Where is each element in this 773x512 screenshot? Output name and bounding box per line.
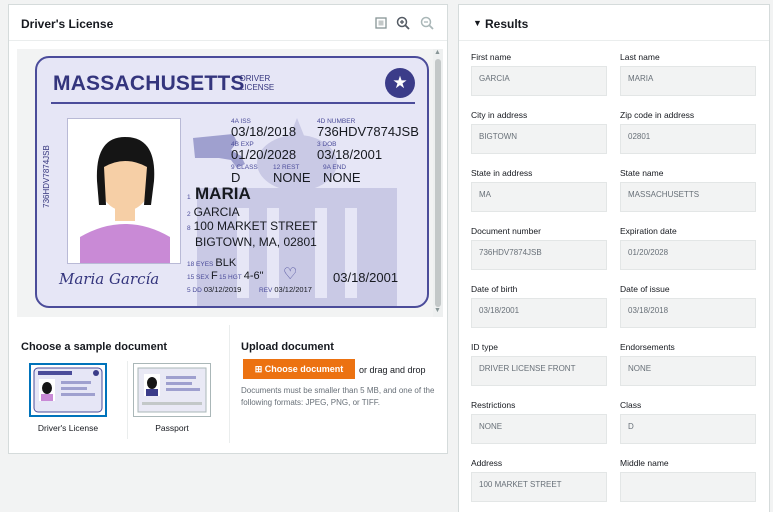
result-first-name[interactable]: GARCIA [471,66,607,96]
upload-help-text: Documents must be smaller than 5 MB, and… [241,386,435,407]
result-label: Middle name [620,458,669,468]
result-label: Restrictions [471,400,516,410]
drag-drop-text: or drag and drop [359,365,426,375]
card-rule [51,102,415,104]
heart-icon: ♡ [283,266,298,283]
result-class[interactable]: D [620,414,756,444]
sample-section-title: Choose a sample document [21,341,168,353]
document-panel-header: Driver's License [9,5,447,41]
document-viewer: MASSACHUSETTS DRIVER LICENSE ★ 736HDV787… [17,49,443,317]
result-last-name[interactable]: MARIA [620,66,756,96]
sample-drivers-license[interactable] [29,363,107,417]
dd-field: 5 DD 03/12/2019 [187,285,242,294]
result-expiration-date[interactable]: 01/20/2028 [620,240,756,270]
iss-field: 4a ISS 03/18/2018 [231,118,297,139]
results-panel: ▼ Results First name GARCIA Last name MA… [458,4,770,512]
zoom-out-icon[interactable] [419,15,435,31]
results-title: Results [485,17,529,31]
scroll-up-icon[interactable]: ▲ [434,49,441,56]
result-label: Class [620,400,642,410]
result-label: City in address [471,110,528,120]
dob-field: 3 DOB 03/18/2001 [317,141,383,162]
upload-icon: ⊞ [254,364,263,374]
license-doc-type: DRIVER LICENSE [240,74,275,92]
sex-field: 15 SEX F [187,270,218,282]
fit-icon[interactable] [373,15,389,31]
license-card: MASSACHUSETTS DRIVER LICENSE ★ 736HDV787… [35,56,429,308]
result-date-of-birth[interactable]: 03/18/2001 [471,298,607,328]
star-icon: ★ [385,68,415,98]
result-restrictions[interactable]: NONE [471,414,607,444]
sample-drivers-license-label[interactable]: Driver's License [23,423,113,433]
license-first-name: MARIA [195,184,251,203]
result-label: First name [471,52,512,62]
result-date-of-issue[interactable]: 03/18/2018 [620,298,756,328]
document-panel-title: Driver's License [21,17,114,31]
result-label: ID type [471,342,498,352]
result-zip[interactable]: 02801 [620,124,756,154]
caret-down-icon[interactable]: ▼ [473,18,482,28]
license-city-line: BIGTOWN, MA, 02801 [195,235,317,249]
result-label: Expiration date [620,226,677,236]
sample-passport[interactable] [133,363,211,417]
document-panel: Driver's License MASSACHUSETTS DRIVER LI… [8,4,448,454]
result-label: Zip code in address [620,110,695,120]
result-label: State name [620,168,664,178]
result-city[interactable]: BIGTOWN [471,124,607,154]
exp-field: 4b EXP 01/20/2028 [231,141,297,162]
number-field: 4d NUMBER 736HDV7874JSB [317,118,419,139]
license-state: MASSACHUSETTS [53,72,245,95]
result-endorsements[interactable]: NONE [620,356,756,386]
rev-field: REV 03/12/2017 [259,285,312,294]
license-address: 8 100 MARKET STREET [187,219,318,233]
result-document-number[interactable]: 736HDV7874JSB [471,240,607,270]
license-photo [67,118,181,264]
viewer-scrollbar[interactable]: ▲ ▼ [433,49,443,317]
first-name-num: 1 [187,194,191,201]
license-last-name: 2 GARCIA [187,205,240,219]
sample-passport-label[interactable]: Passport [127,423,217,433]
result-state-name[interactable]: MASSACHUSETTS [620,182,756,212]
result-address[interactable]: 100 MARKET STREET [471,472,607,502]
class-field: 9 CLASS D [231,164,258,185]
end-field: 9a END NONE [323,164,361,185]
results-header[interactable]: ▼ Results [459,5,769,41]
license-signature: Maria García [59,270,160,288]
license-dob-large: 03/18/2001 [333,270,399,285]
result-label: Endorsements [620,342,675,352]
result-label: Last name [620,52,660,62]
result-label: Address [471,458,503,468]
result-label: Document number [471,226,541,236]
scrollbar-thumb[interactable] [435,59,441,307]
license-side-id: 736HDV7874JSB [41,145,51,208]
zoom-in-icon[interactable] [395,15,411,31]
rest-field: 12 REST NONE [273,164,311,185]
result-state-in-address[interactable]: MA [471,182,607,212]
result-label: State in address [471,168,533,178]
eyes-field: 18 EYES BLK [187,257,237,269]
choose-document-button[interactable]: ⊞ Choose document [243,359,355,379]
upload-divider [229,325,230,443]
result-label: Date of birth [471,284,518,294]
hgt-field: 15 HGT 4-6" [219,270,264,282]
upload-title: Upload document [241,341,334,353]
result-id-type[interactable]: DRIVER LICENSE FRONT [471,356,607,386]
result-label: Date of issue [620,284,670,294]
scroll-down-icon[interactable]: ▼ [434,307,441,314]
result-middle-name[interactable] [620,472,756,502]
